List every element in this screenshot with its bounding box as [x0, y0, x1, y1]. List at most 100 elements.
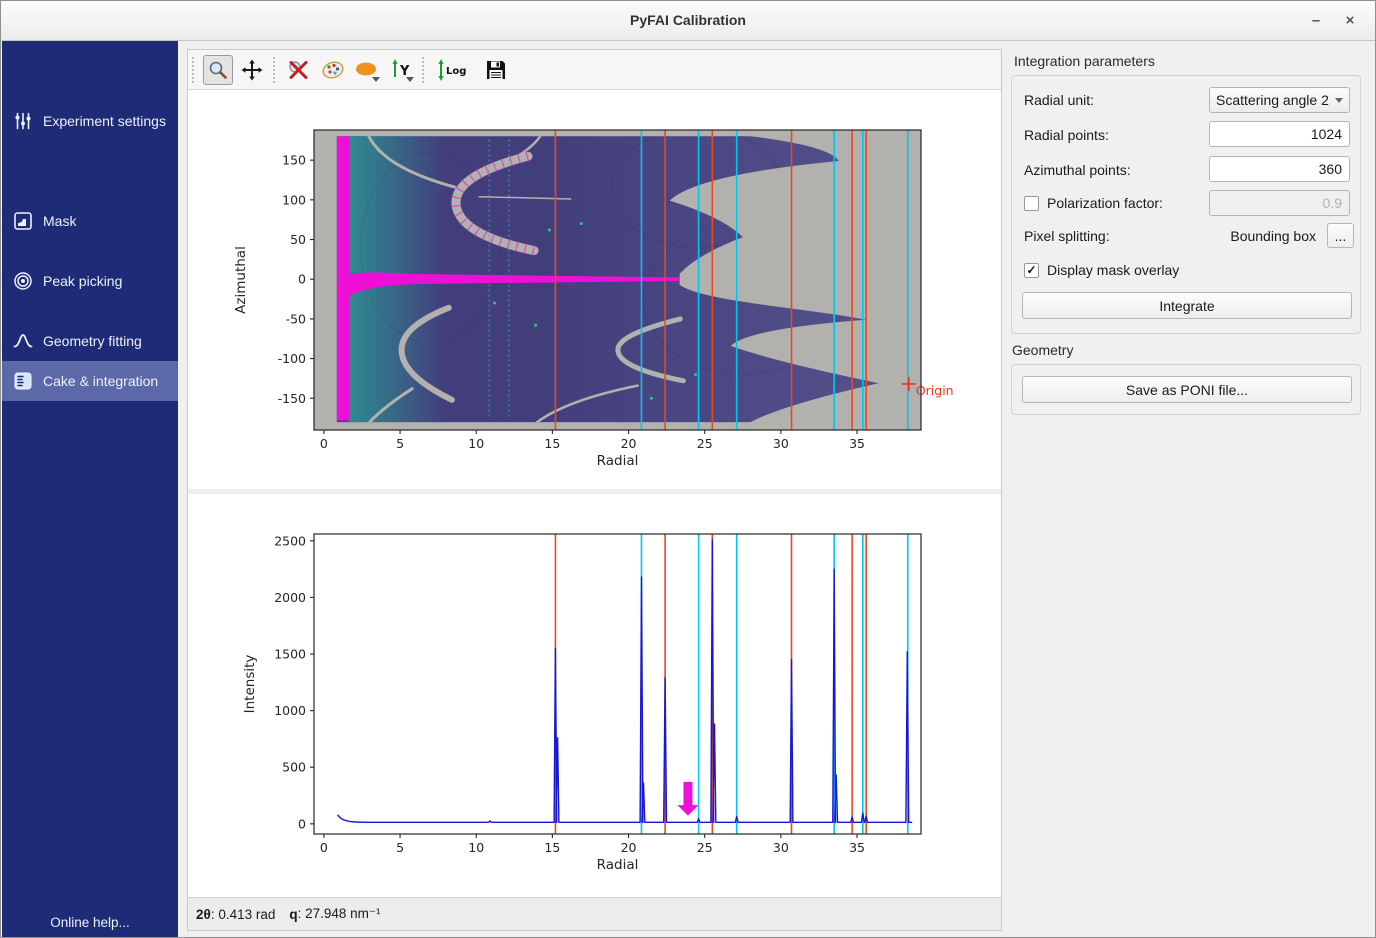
window-title: PyFAI Calibration	[1, 12, 1375, 28]
display-mask-checkbox[interactable]: ✓	[1024, 263, 1039, 278]
sidebar-item-label: Peak picking	[43, 273, 122, 289]
colormap-button[interactable]	[352, 55, 382, 85]
close-button[interactable]: ×	[1337, 9, 1363, 33]
pan-tool-button[interactable]	[237, 55, 267, 85]
svg-text:Intensity: Intensity	[242, 655, 258, 714]
two-theta-value: : 0.413 rad	[211, 907, 276, 922]
svg-text:10: 10	[468, 840, 484, 855]
unzoom-icon	[287, 58, 311, 82]
cake-plot[interactable]: Origin05101520253035150100500-50-100-150…	[188, 90, 1001, 489]
svg-text:15: 15	[544, 436, 560, 451]
online-help-link[interactable]: Online help...	[2, 915, 178, 930]
svg-text:150: 150	[282, 153, 306, 168]
palette-icon	[321, 58, 345, 82]
q-label: q	[289, 907, 297, 922]
svg-text:500: 500	[282, 760, 306, 775]
dropdown-caret-icon	[406, 77, 414, 82]
reset-zoom-button[interactable]	[284, 55, 314, 85]
cake-icon	[13, 371, 33, 391]
log-scale-button[interactable]: Log	[433, 55, 477, 85]
integration-panel: Integration parameters Radial unit: Scat…	[1002, 41, 1376, 938]
integration-parameters-group: Radial unit: Scattering angle 2 Radial p…	[1011, 75, 1361, 334]
plot-status-bar: 2θ: 0.413 rad q: 27.948 nm⁻¹	[188, 897, 1001, 930]
svg-text:0: 0	[320, 840, 328, 855]
svg-text:0: 0	[298, 816, 306, 831]
svg-text:10: 10	[468, 436, 484, 451]
svg-text:Azimuthal: Azimuthal	[233, 246, 249, 314]
svg-text:15: 15	[544, 840, 560, 855]
polarization-label: Polarization factor:	[1047, 195, 1163, 211]
dropdown-caret-icon	[372, 77, 380, 82]
sidebar-item-geometry-fitting[interactable]: Geometry fitting	[2, 321, 178, 361]
two-theta-label: 2θ	[196, 907, 211, 922]
sidebar-item-label: Mask	[43, 213, 76, 229]
magnifier-icon	[207, 59, 229, 81]
pan-arrows-icon	[241, 59, 263, 81]
minimize-button[interactable]: –	[1303, 9, 1329, 33]
svg-text:1000: 1000	[274, 703, 306, 718]
save-poni-button[interactable]: Save as PONI file...	[1022, 376, 1352, 403]
sidebar-item-label: Experiment settings	[43, 113, 166, 129]
toolbar-handle	[192, 57, 197, 83]
svg-text:5: 5	[396, 840, 404, 855]
radial-unit-value: Scattering angle 2	[1216, 92, 1335, 108]
plot-panel: Y Log Origin051015	[187, 49, 1002, 931]
integrate-button[interactable]: Integrate	[1022, 292, 1352, 319]
sidebar-item-label: Geometry fitting	[43, 333, 142, 349]
pixel-splitting-value: Bounding box	[1230, 228, 1316, 244]
chevron-down-icon	[1335, 98, 1343, 103]
peak-curve-icon	[13, 331, 33, 351]
sidebar-item-cake-integration[interactable]: Cake & integration	[2, 361, 178, 401]
palette-button[interactable]	[318, 55, 348, 85]
svg-text:100: 100	[282, 192, 306, 207]
polarization-checkbox[interactable]	[1024, 196, 1039, 211]
svg-text:Radial: Radial	[597, 453, 639, 469]
svg-text:Radial: Radial	[597, 857, 639, 873]
sidebar: Experiment settings Mask Peak picking Ge…	[2, 41, 178, 938]
sidebar-item-mask[interactable]: Mask	[2, 201, 178, 241]
svg-text:2500: 2500	[274, 533, 306, 548]
svg-text:25: 25	[697, 840, 713, 855]
mask-icon	[13, 211, 33, 231]
svg-text:25: 25	[697, 436, 713, 451]
svg-text:0: 0	[320, 436, 328, 451]
geometry-group: Save as PONI file...	[1011, 364, 1361, 415]
svg-text:-50: -50	[286, 311, 306, 326]
svg-text:30: 30	[773, 840, 789, 855]
zoom-tool-button[interactable]	[203, 55, 233, 85]
azimuthal-points-label: Azimuthal points:	[1024, 162, 1131, 178]
sliders-icon	[13, 111, 33, 131]
plot-toolbar: Y Log	[188, 50, 1001, 90]
y-axis-direction-button[interactable]: Y	[386, 55, 416, 85]
svg-text:0: 0	[298, 272, 306, 287]
floppy-disk-icon	[485, 59, 507, 81]
svg-text:20: 20	[621, 436, 637, 451]
radial-points-input[interactable]	[1209, 121, 1350, 147]
svg-text:30: 30	[773, 436, 789, 451]
radial-unit-dropdown[interactable]: Scattering angle 2	[1209, 87, 1350, 113]
svg-text:2000: 2000	[274, 590, 306, 605]
integration-parameters-header: Integration parameters	[1014, 53, 1155, 69]
azimuthal-points-input[interactable]	[1209, 156, 1350, 182]
integrated-pattern-plot[interactable]: 0510152025303505001000150020002500Radial…	[188, 494, 1001, 897]
save-figure-button[interactable]	[481, 55, 511, 85]
geometry-header: Geometry	[1012, 342, 1073, 358]
sidebar-item-label: Cake & integration	[43, 373, 158, 389]
polarization-input	[1209, 190, 1350, 216]
title-bar: PyFAI Calibration – ×	[1, 1, 1375, 41]
sidebar-item-peak-picking[interactable]: Peak picking	[2, 261, 178, 301]
sidebar-item-experiment-settings[interactable]: Experiment settings	[2, 101, 178, 141]
svg-text:1500: 1500	[274, 647, 306, 662]
pixel-splitting-label: Pixel splitting:	[1024, 228, 1110, 244]
toolbar-handle	[273, 57, 278, 83]
q-value: : 27.948 nm⁻¹	[298, 906, 381, 922]
radial-points-label: Radial points:	[1024, 127, 1109, 143]
svg-text:-100: -100	[278, 351, 306, 366]
svg-text:-150: -150	[278, 391, 306, 406]
svg-text:5: 5	[396, 436, 404, 451]
svg-text:35: 35	[849, 840, 865, 855]
radial-unit-label: Radial unit:	[1024, 92, 1094, 108]
log-scale-icon: Log	[435, 58, 475, 82]
pixel-splitting-more-button[interactable]: ...	[1327, 223, 1354, 248]
display-mask-label: Display mask overlay	[1047, 262, 1179, 278]
